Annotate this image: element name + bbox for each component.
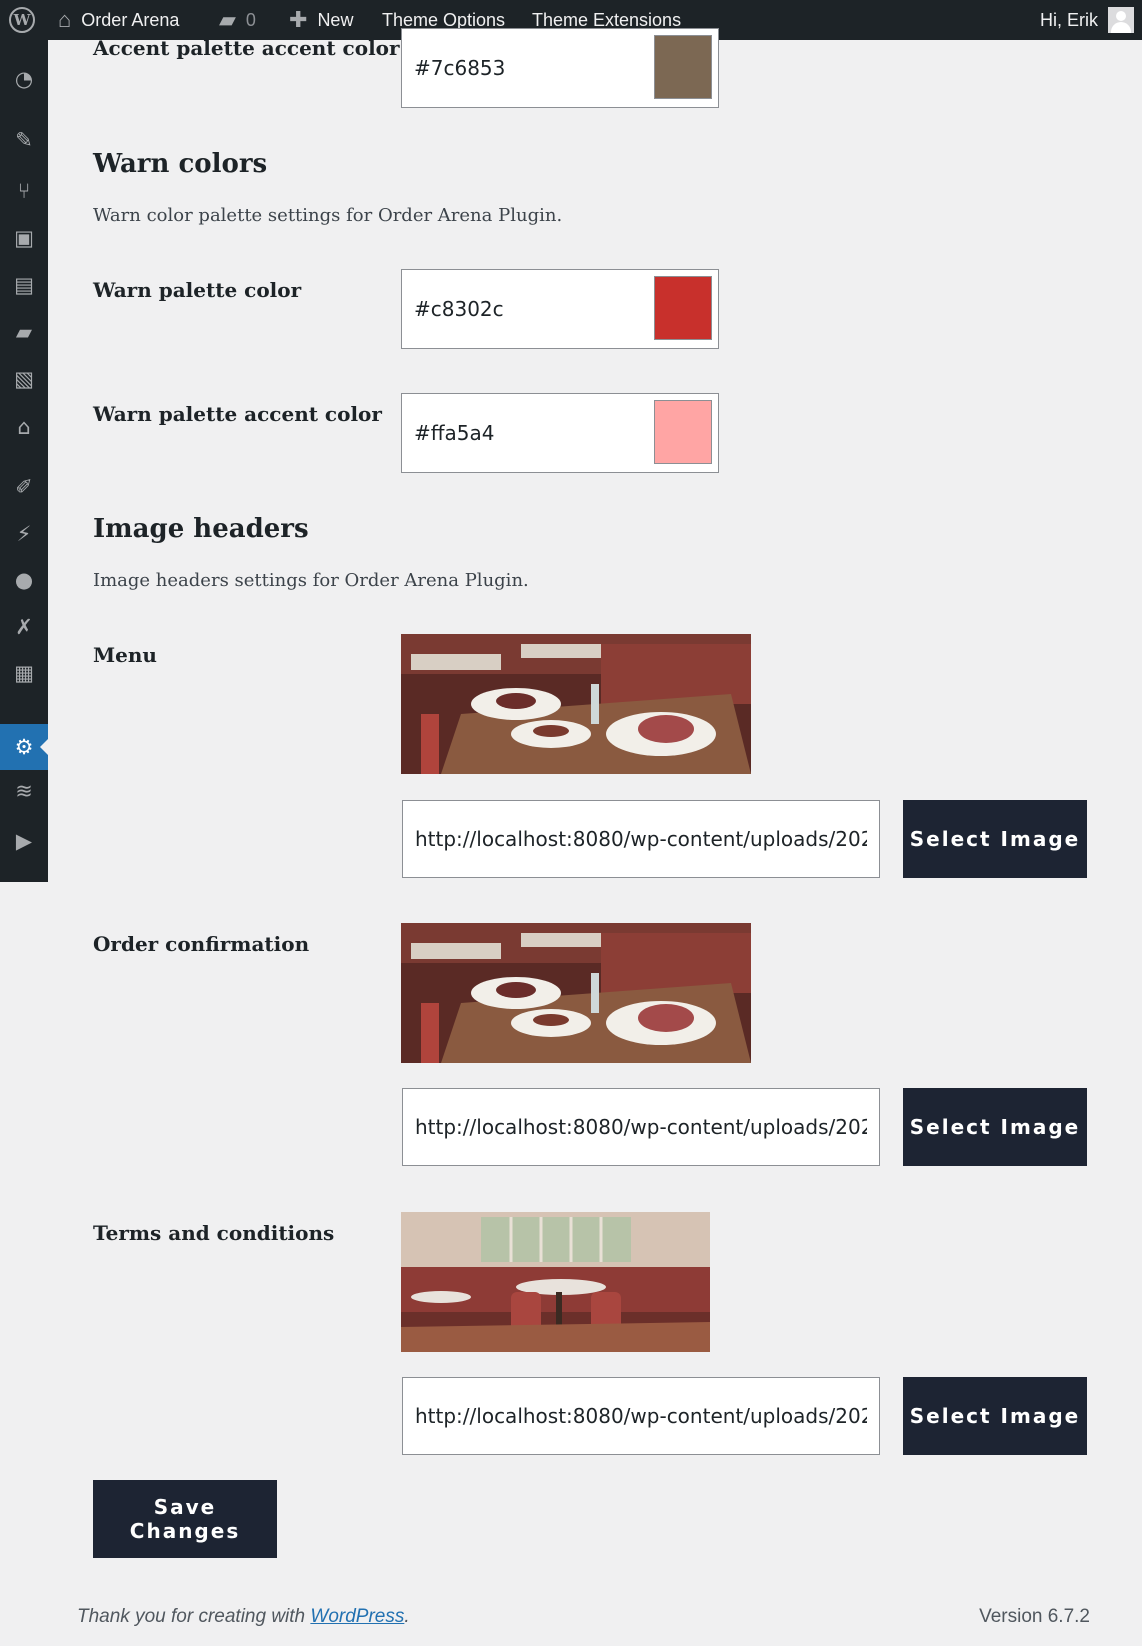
footer-thanks-suffix: . [404,1606,410,1627]
media-icon[interactable]: ▣ [0,221,48,255]
warn-colors-heading: Warn colors [93,149,268,179]
site-name: Order Arena [81,9,180,30]
order-confirmation-url-input[interactable] [402,1088,880,1166]
warn-palette-value: #c8302c [414,297,504,321]
menu-select-image-button[interactable]: Select Image [903,800,1087,878]
footer-thanks: Thank you for creating with WordPress. [77,1606,410,1628]
new-label: New [317,9,354,30]
warn-color-swatch[interactable] [654,276,712,340]
pages-icon[interactable]: ▤ [0,268,48,302]
appearance-icon[interactable]: ✐ [0,470,48,504]
gallery-icon[interactable]: ▧ [0,362,48,396]
my-account-link[interactable]: Hi, Erik [1040,0,1134,40]
plus-icon: ✚ [289,7,308,32]
wordpress-link[interactable]: WordPress [310,1606,404,1627]
comments-count: 0 [245,9,256,30]
comment-icon: ▰ [219,7,236,32]
admin-sidebar: ◔ ✎ ⑂ ▣ ▤ ▰ ▧ ⌂ ✐ ⚡ ● ✗ ▦ ⚙ ≋ ▶ [0,40,48,882]
menu-image-url-input[interactable] [402,800,880,878]
accent-palette-accent-label: Accent palette accent color [93,36,400,60]
avatar [1108,7,1134,33]
warn-accent-color-swatch[interactable] [654,400,712,464]
tools-icon[interactable]: ✗ [0,610,48,644]
terms-conditions-url-input[interactable] [402,1377,880,1455]
site-name-link[interactable]: ⌂ Order Arena [58,0,179,40]
order-confirmation-url-text[interactable] [403,1089,879,1165]
terms-conditions-image-preview [401,1212,710,1352]
comments-link[interactable]: ▰ 0 [219,0,256,40]
layers-icon[interactable]: ≋ [0,774,48,808]
menu-image-preview [401,634,751,774]
terms-conditions-select-image-button[interactable]: Select Image [903,1377,1087,1455]
home-icon: ⌂ [58,7,72,32]
users-icon[interactable]: ● [0,563,48,597]
image-headers-heading: Image headers [93,514,309,544]
plugins-icon[interactable]: ⚡ [0,517,48,551]
footer-thanks-prefix: Thank you for creating with [77,1606,311,1627]
play-icon[interactable]: ▶ [0,824,48,858]
dashboard-icon[interactable]: ◔ [0,62,48,96]
greeting: Hi, Erik [1040,9,1098,30]
menu-image-url-text[interactable] [403,801,879,877]
image-headers-description: Image headers settings for Order Arena P… [93,570,529,591]
settings-icon[interactable]: ⚙ [0,724,48,770]
terms-conditions-url-text[interactable] [403,1378,879,1454]
home-icon[interactable]: ⌂ [0,410,48,444]
warn-palette-accent-value: #ffa5a4 [414,421,495,445]
order-confirmation-label: Order confirmation [93,932,310,956]
utensils-icon[interactable]: ⑂ [0,174,48,208]
accent-color-swatch[interactable] [654,35,712,99]
comments-icon[interactable]: ▰ [0,315,48,349]
footer-version: Version 6.7.2 [979,1606,1090,1627]
wordpress-logo-icon[interactable]: W [6,0,38,40]
order-confirmation-select-image-button[interactable]: Select Image [903,1088,1087,1166]
menu-image-label: Menu [93,643,157,667]
new-content-link[interactable]: ✚ New [289,0,353,40]
warn-colors-description: Warn color palette settings for Order Ar… [93,205,563,226]
order-confirmation-image-preview [401,923,751,1063]
updates-icon[interactable]: ▦ [0,656,48,690]
warn-palette-accent-label: Warn palette accent color [93,402,382,426]
pin-icon[interactable]: ✎ [0,123,48,157]
terms-conditions-label: Terms and conditions [93,1221,335,1245]
warn-palette-accent-field[interactable]: #ffa5a4 [401,393,719,473]
warn-palette-label: Warn palette color [93,278,302,302]
save-changes-button[interactable]: Save Changes [93,1480,277,1558]
warn-palette-field[interactable]: #c8302c [401,269,719,349]
accent-palette-accent-value: #7c6853 [414,56,506,80]
accent-palette-accent-field[interactable]: #7c6853 [401,28,719,108]
